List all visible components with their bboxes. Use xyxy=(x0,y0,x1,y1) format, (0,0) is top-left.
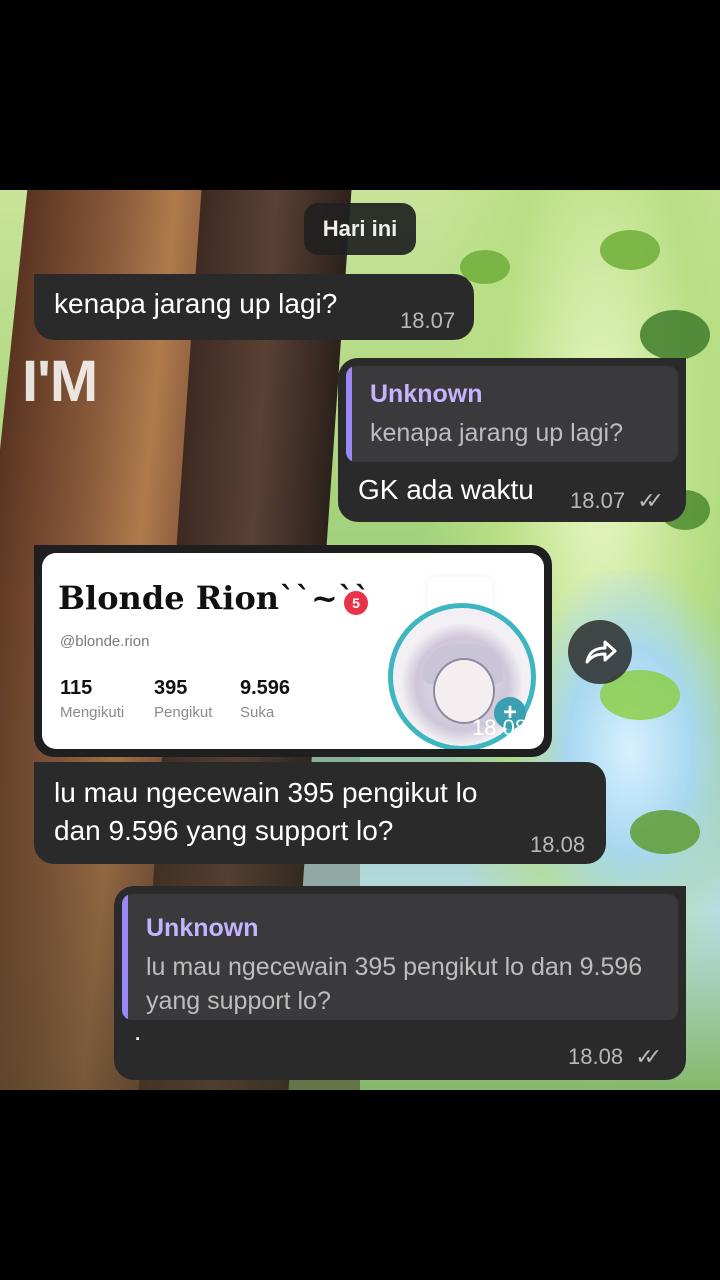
date-separator: Hari ini xyxy=(304,203,416,255)
message-incoming[interactable]: lu mau ngecewain 395 pengikut lo dan 9.5… xyxy=(34,762,606,864)
profile-handle: @blonde.rion xyxy=(60,633,150,650)
quote-accent-bar xyxy=(346,366,352,462)
message-time-row: 18.08 ✓✓ xyxy=(568,1044,662,1070)
share-forward-icon xyxy=(585,640,617,664)
stat-label: Pengikut xyxy=(154,704,213,721)
message-time: 18.07 xyxy=(400,308,456,333)
message-time: 18.08 xyxy=(472,715,528,740)
double-check-icon: ✓✓ xyxy=(635,1044,662,1069)
quote-author: Unknown xyxy=(370,380,483,408)
message-time-row: 18.07 ✓✓ xyxy=(570,488,664,514)
quote-text: kenapa jarang up lagi? xyxy=(370,419,623,447)
stat-following: 115 Mengikuti xyxy=(60,677,124,721)
message-time: 18.08 xyxy=(530,832,586,857)
message-time: 18.08 xyxy=(568,1044,624,1069)
stat-label: Mengikuti xyxy=(60,704,125,721)
message-text: . xyxy=(134,1016,142,1046)
reply-quote[interactable]: Unknown kenapa jarang up lagi? xyxy=(346,366,678,462)
message-incoming[interactable]: kenapa jarang up lagi? 18.07 xyxy=(34,274,474,340)
profile-card-image[interactable]: Blonde Rion``~`` 5 @blonde.rion 115 Meng… xyxy=(42,553,544,749)
notification-badge: 5 xyxy=(344,591,368,615)
message-text: GK ada waktu xyxy=(358,474,534,505)
stat-value: 115 xyxy=(60,677,93,699)
double-check-icon: ✓✓ xyxy=(637,488,664,513)
stat-likes: 9.596 Suka xyxy=(240,677,290,721)
profile-name: Blonde Rion``~`` xyxy=(58,579,370,617)
stat-value: 395 xyxy=(154,677,188,699)
message-outgoing[interactable]: Unknown kenapa jarang up lagi? GK ada wa… xyxy=(338,358,686,522)
stat-followers: 395 Pengikut xyxy=(154,677,212,721)
message-text: kenapa jarang up lagi? xyxy=(54,288,338,319)
quote-author: Unknown xyxy=(146,914,259,942)
message-image[interactable]: Blonde Rion``~`` 5 @blonde.rion 115 Meng… xyxy=(34,545,552,757)
forward-button[interactable] xyxy=(568,620,632,684)
reply-quote[interactable]: Unknown lu mau ngecewain 395 pengikut lo… xyxy=(122,894,678,1020)
message-text: lu mau ngecewain 395 pengikut lo dan 9.5… xyxy=(54,777,478,846)
stat-value: 9.596 xyxy=(240,677,291,699)
quote-accent-bar xyxy=(122,894,128,1020)
wallpaper-watermark: I'M xyxy=(22,349,98,414)
message-time: 18.07 xyxy=(570,488,626,513)
stat-label: Suka xyxy=(240,704,275,721)
quote-text: lu mau ngecewain 395 pengikut lo dan 9.5… xyxy=(146,953,643,1015)
message-outgoing[interactable]: Unknown lu mau ngecewain 395 pengikut lo… xyxy=(114,886,686,1080)
